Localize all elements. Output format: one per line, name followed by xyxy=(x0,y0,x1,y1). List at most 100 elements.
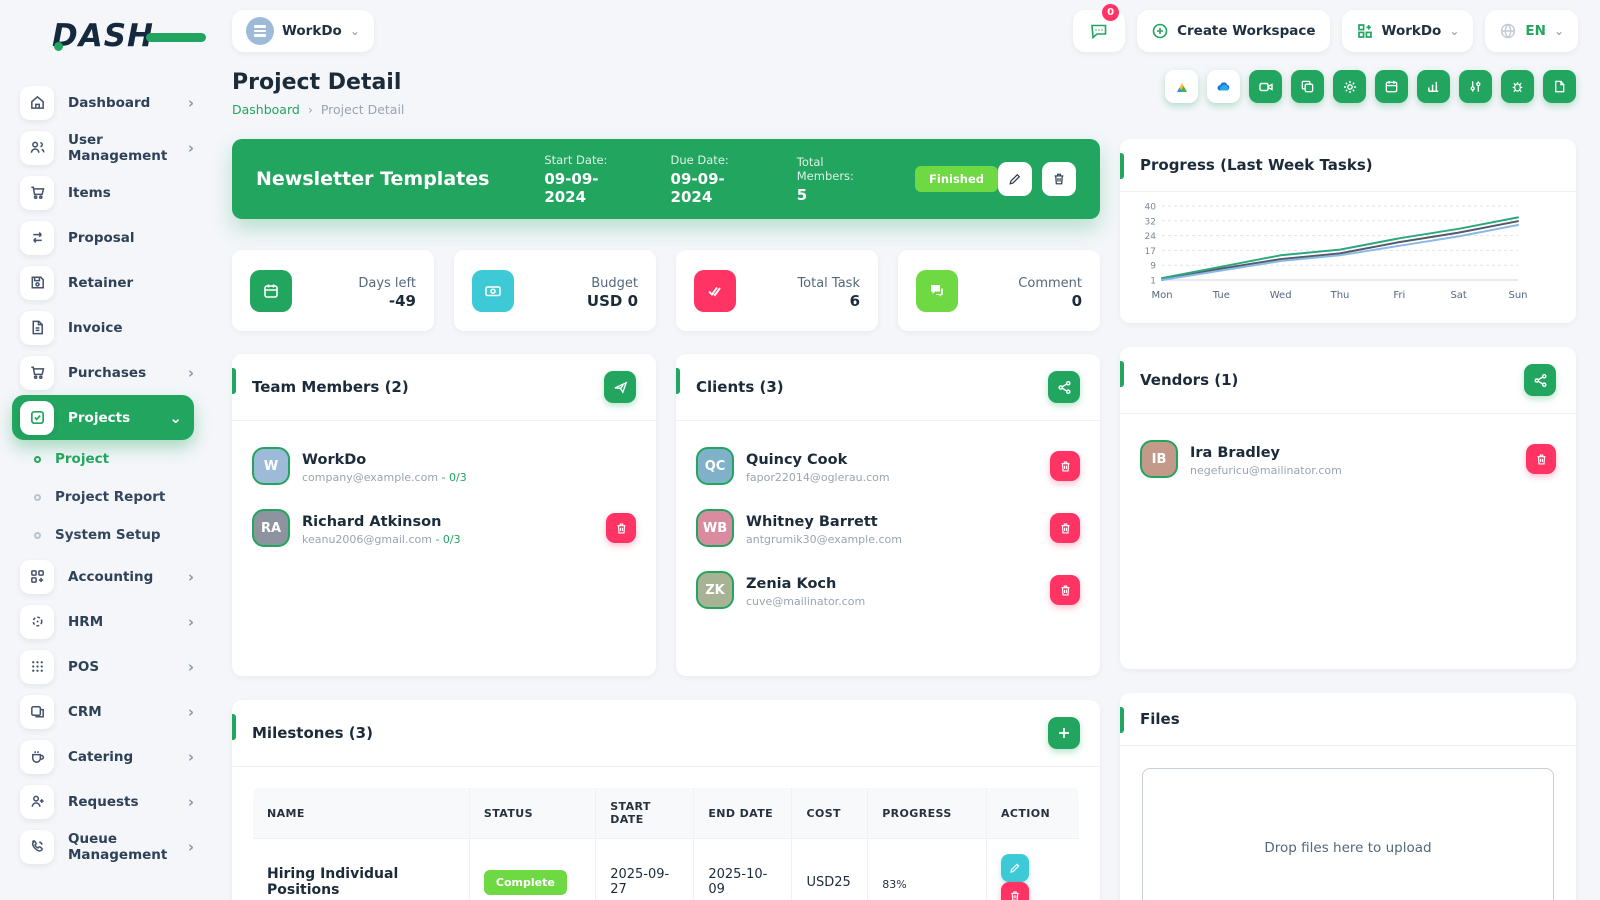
create-workspace-label: Create Workspace xyxy=(1177,23,1315,39)
copy-button[interactable] xyxy=(1291,70,1324,103)
sliders-button[interactable] xyxy=(1459,70,1492,103)
bug-button[interactable] xyxy=(1501,70,1534,103)
milestone-start-date: 2025-09-27 xyxy=(596,839,694,900)
onedrive-button[interactable] xyxy=(1207,70,1240,103)
sidebar-subitem-project-report[interactable]: Project Report xyxy=(0,478,208,516)
svg-text:Fri: Fri xyxy=(1393,290,1405,301)
breadcrumb-separator: › xyxy=(308,102,313,117)
video-meeting-button[interactable] xyxy=(1249,70,1282,103)
card-accent-bar xyxy=(232,368,236,394)
file-dropzone[interactable]: Drop files here to upload xyxy=(1142,768,1554,900)
grid-plus-icon xyxy=(1356,22,1374,40)
sidebar: DASH Dashboard › User Management › Items xyxy=(0,0,208,900)
sidebar-item-catering[interactable]: Catering › xyxy=(0,734,208,779)
remove-member-button[interactable] xyxy=(606,513,636,543)
language-selector[interactable]: EN ⌄ xyxy=(1485,10,1578,52)
messages-count-badge: 0 xyxy=(1102,4,1119,21)
messages-button[interactable]: 0 xyxy=(1073,10,1125,52)
chevron-right-icon: › xyxy=(188,658,194,676)
phone-icon xyxy=(20,830,54,864)
workspace-selector[interactable]: WorkDo ⌄ xyxy=(232,10,374,52)
sidebar-item-label: Retainer xyxy=(68,275,194,291)
sidebar-item-requests[interactable]: Requests › xyxy=(0,779,208,824)
add-milestone-button[interactable] xyxy=(1048,717,1080,749)
sidebar-item-purchases[interactable]: Purchases › xyxy=(0,350,208,395)
delete-project-button[interactable] xyxy=(1042,162,1076,196)
breadcrumb-home-link[interactable]: Dashboard xyxy=(232,102,300,117)
sidebar-item-label: Requests xyxy=(68,794,188,810)
comments-icon xyxy=(916,270,958,312)
sidebar-item-user-management[interactable]: User Management › xyxy=(0,125,208,170)
delete-milestone-button[interactable] xyxy=(1001,882,1029,900)
stat-value: 6 xyxy=(850,292,860,310)
settings-gear-button[interactable] xyxy=(1333,70,1366,103)
share-clients-button[interactable] xyxy=(1048,371,1080,403)
sidebar-item-label: Catering xyxy=(68,749,188,765)
avatar-initials: W xyxy=(264,459,278,474)
client-email: fapor22014@oglerau.com xyxy=(746,471,890,484)
svg-text:Wed: Wed xyxy=(1270,290,1292,301)
svg-text:Sun: Sun xyxy=(1508,290,1527,301)
chart-button[interactable] xyxy=(1417,70,1450,103)
start-date-field: Start Date: 09-09-2024 xyxy=(544,153,636,206)
globe-icon xyxy=(1499,22,1517,40)
layout-icon xyxy=(20,695,54,729)
logo-dash-shape xyxy=(146,33,206,42)
calendar-button[interactable] xyxy=(1375,70,1408,103)
edit-milestone-button[interactable] xyxy=(1001,854,1029,882)
plus-circle-icon xyxy=(1151,22,1169,40)
sidebar-item-label: Dashboard xyxy=(68,95,188,111)
sidebar-item-queue-management[interactable]: Queue Management › xyxy=(0,824,208,869)
content-header: Project Detail Dashboard › Project Detai… xyxy=(232,70,1576,117)
sidebar-item-dashboard[interactable]: Dashboard › xyxy=(0,80,208,125)
sidebar-item-accounting[interactable]: Accounting › xyxy=(0,554,208,599)
banner-actions xyxy=(998,162,1076,196)
sidebar-item-crm[interactable]: CRM › xyxy=(0,689,208,734)
share-vendors-button[interactable] xyxy=(1524,364,1556,396)
chat-bubble-icon xyxy=(1089,21,1109,41)
chevron-right-icon: › xyxy=(188,748,194,766)
edit-project-button[interactable] xyxy=(998,162,1032,196)
client-row: ZK Zenia Koch cuve@mailinator.com xyxy=(676,559,1100,621)
avatar: RA xyxy=(252,509,290,547)
sidebar-item-pos[interactable]: POS › xyxy=(0,644,208,689)
sidebar-item-invoice[interactable]: Invoice xyxy=(0,305,208,350)
avatar-initials: QC xyxy=(705,459,726,474)
sidebar-item-items[interactable]: Items xyxy=(0,170,208,215)
remove-client-button[interactable] xyxy=(1050,451,1080,481)
sidebar-item-hrm[interactable]: HRM › xyxy=(0,599,208,644)
team-member-row: W WorkDo company@example.com - 0/3 xyxy=(232,435,656,497)
stat-value: USD 0 xyxy=(587,292,638,310)
check-square-icon xyxy=(20,401,54,435)
sidebar-item-label: Items xyxy=(68,185,194,201)
gdrive-button[interactable] xyxy=(1165,70,1198,103)
client-row: QC Quincy Cook fapor22014@oglerau.com xyxy=(676,435,1100,497)
sidebar-subitem-system-setup[interactable]: System Setup xyxy=(0,516,208,554)
sidebar-item-label: Projects xyxy=(68,410,169,426)
sidebar-item-projects[interactable]: Projects ⌄ xyxy=(12,395,194,440)
chevron-down-icon: ⌄ xyxy=(1554,24,1564,38)
create-workspace-button[interactable]: Create Workspace xyxy=(1137,10,1329,52)
sidebar-subitem-project[interactable]: Project xyxy=(0,440,208,478)
crosshair-icon xyxy=(20,605,54,639)
due-date-value: 09-09-2024 xyxy=(671,170,763,206)
stat-cards: Days left-49 BudgetUSD 0 Total Task6 xyxy=(232,250,1100,331)
user-menu[interactable]: WorkDo ⌄ xyxy=(1342,10,1474,52)
remove-client-button[interactable] xyxy=(1050,575,1080,605)
svg-text:9: 9 xyxy=(1150,262,1156,272)
sidebar-item-proposal[interactable]: Proposal xyxy=(0,215,208,260)
stat-total-task: Total Task6 xyxy=(676,250,878,331)
remove-client-button[interactable] xyxy=(1050,513,1080,543)
start-date-label: Start Date: xyxy=(544,153,636,167)
document-icon xyxy=(20,311,54,345)
remove-vendor-button[interactable] xyxy=(1526,444,1556,474)
file-button[interactable] xyxy=(1543,70,1576,103)
member-name: Richard Atkinson xyxy=(302,514,441,530)
invite-member-button[interactable] xyxy=(604,371,636,403)
brand-logo[interactable]: DASH xyxy=(52,18,162,54)
chevron-right-icon: › xyxy=(188,139,194,157)
svg-text:Mon: Mon xyxy=(1151,290,1172,301)
avatar: ZK xyxy=(696,571,734,609)
sidebar-item-retainer[interactable]: Retainer xyxy=(0,260,208,305)
svg-text:17: 17 xyxy=(1145,247,1156,257)
